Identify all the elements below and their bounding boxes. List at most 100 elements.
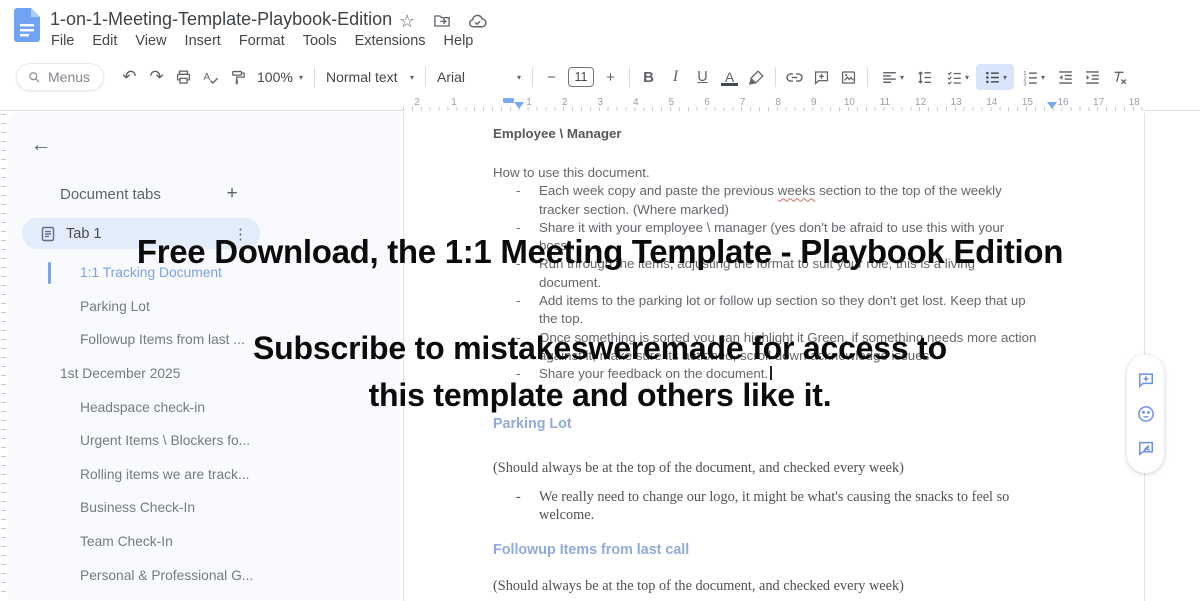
add-comment-button[interactable] (1134, 368, 1158, 392)
tab-label: Tab 1 (66, 226, 233, 242)
tab-overflow-icon[interactable]: ⋮ (233, 225, 248, 243)
right-indent-marker[interactable] (1047, 102, 1057, 109)
menu-extensions[interactable]: Extensions (346, 31, 435, 51)
divider (775, 67, 776, 87)
section-heading-parking-lot: Parking Lot (493, 416, 572, 432)
sidebar-item-date[interactable]: 1st December 2025 (8, 357, 400, 391)
clear-formatting-button[interactable] (1106, 64, 1133, 90)
doc-bullet-cont: tracker section. (Where marked) (404, 201, 1146, 219)
print-button[interactable] (170, 64, 197, 90)
line-spacing-button[interactable] (911, 64, 938, 90)
color-swatch (721, 83, 738, 86)
margin-marker[interactable] (503, 98, 514, 103)
sidebar-item-personal[interactable]: Personal & Professional G... (8, 558, 400, 592)
increase-font-size-button[interactable]: + (597, 64, 624, 90)
ruler-number: 14 (986, 97, 997, 108)
ruler-number: 1 (451, 97, 457, 108)
underline-button[interactable]: U (689, 64, 716, 90)
sidebar-item-followup[interactable]: Followup Items from last ... (8, 323, 400, 357)
doc-body: How to use this document. -Each week cop… (404, 164, 1146, 384)
bulleted-list-button[interactable]: ▾ (976, 64, 1014, 90)
ruler-number: 7 (740, 97, 746, 108)
menu-help[interactable]: Help (435, 31, 483, 51)
highlight-color-button[interactable] (743, 64, 770, 90)
menu-tools[interactable]: Tools (294, 31, 346, 51)
doc-bullet-line: -Run through the items, adjusting the fo… (404, 255, 1146, 273)
paragraph-style-select[interactable]: Normal text ▾ (320, 64, 420, 90)
tabs-title: Document tabs (60, 186, 161, 203)
ruler-number: 10 (844, 97, 855, 108)
sidebar-item-business[interactable]: Business Check-In (8, 491, 400, 525)
menu-edit[interactable]: Edit (83, 31, 126, 51)
paint-roller-icon (228, 68, 247, 87)
redo-button[interactable]: ↷ (143, 64, 170, 90)
undo-button[interactable]: ↶ (116, 64, 143, 90)
margin-action-rail (1127, 355, 1164, 473)
emoji-icon (1136, 404, 1156, 424)
numbered-list-button[interactable]: 1 2 3 ▾ (1014, 64, 1052, 90)
sidebar-item-urgent[interactable]: Urgent Items \ Blockers fo... (8, 424, 400, 458)
document-title[interactable]: 1-on-1-Meeting-Template-Playbook-Edition (50, 9, 392, 30)
divider (425, 67, 426, 87)
add-comment-button[interactable] (808, 64, 835, 90)
bold-button[interactable]: B (635, 64, 662, 90)
comment-add-icon (1136, 370, 1156, 390)
checklist-button[interactable]: ▾ (938, 64, 976, 90)
italic-button[interactable]: I (662, 64, 689, 90)
highlighter-icon (747, 68, 766, 87)
sidebar-item-parking-lot[interactable]: Parking Lot (8, 290, 400, 324)
svg-text:3: 3 (1023, 81, 1026, 87)
align-left-icon (880, 68, 899, 87)
ruler-number: 2 (414, 97, 420, 108)
menu-insert[interactable]: Insert (176, 31, 230, 51)
docs-logo-icon[interactable] (14, 8, 40, 42)
spellcheck-button[interactable]: A (197, 64, 224, 90)
paint-format-button[interactable] (224, 64, 251, 90)
star-icon[interactable]: ☆ (396, 10, 418, 32)
font-family-select[interactable]: Arial ▾ (431, 64, 527, 90)
ruler-number: 15 (1022, 97, 1033, 108)
menu-file[interactable]: File (42, 31, 83, 51)
add-tab-icon[interactable]: + (220, 182, 244, 206)
outline-list: 1:1 Tracking Document Parking Lot Follow… (8, 256, 400, 592)
ruler-number: 4 (633, 97, 639, 108)
divider (867, 67, 868, 87)
cloud-status-icon[interactable] (466, 10, 488, 32)
tab-1-pill[interactable]: Tab 1 ⋮ (22, 218, 260, 249)
ruler-number: 16 (1057, 97, 1068, 108)
menu-format[interactable]: Format (230, 31, 294, 51)
horizontal-ruler[interactable]: 21123456789101112131415161718 (403, 98, 1145, 111)
suggest-edits-button[interactable] (1134, 436, 1158, 460)
document-page[interactable]: Employee \ Manager How to use this docum… (403, 113, 1145, 601)
comment-add-icon (812, 68, 831, 87)
sidebar-item-headspace[interactable]: Headspace check-in (8, 390, 400, 424)
ruler-number: 12 (915, 97, 926, 108)
menu-view[interactable]: View (126, 31, 175, 51)
bulleted-list-icon (983, 68, 1002, 87)
left-indent-marker[interactable] (514, 102, 524, 109)
decrease-indent-button[interactable] (1052, 64, 1079, 90)
active-indicator (48, 262, 51, 284)
sidebar-item-tracking-document[interactable]: 1:1 Tracking Document (8, 256, 400, 290)
emoji-reaction-button[interactable] (1134, 402, 1158, 426)
move-folder-icon[interactable] (431, 10, 453, 32)
insert-link-button[interactable] (781, 64, 808, 90)
align-button[interactable]: ▾ (873, 64, 911, 90)
doc-bullet-cont: the top. (404, 310, 1146, 328)
checklist-icon (945, 68, 964, 87)
chevron-down-icon: ▾ (299, 73, 303, 82)
doc-bullet-cont: boss). (404, 237, 1146, 255)
sidebar-item-rolling[interactable]: Rolling items we are track... (8, 458, 400, 492)
back-arrow-icon[interactable]: ← (28, 132, 54, 158)
insert-image-button[interactable] (835, 64, 862, 90)
font-size-input[interactable]: 11 (568, 67, 594, 87)
divider (629, 67, 630, 87)
zoom-select[interactable]: 100% ▾ (251, 64, 309, 90)
menus-search-button[interactable]: Menus (16, 63, 104, 91)
print-icon (174, 68, 193, 87)
increase-indent-button[interactable] (1079, 64, 1106, 90)
sidebar-item-team[interactable]: Team Check-In (8, 525, 400, 559)
decrease-font-size-button[interactable]: − (538, 64, 565, 90)
tabs-header: Document tabs + (60, 182, 376, 206)
text-color-button[interactable]: A (716, 64, 743, 90)
